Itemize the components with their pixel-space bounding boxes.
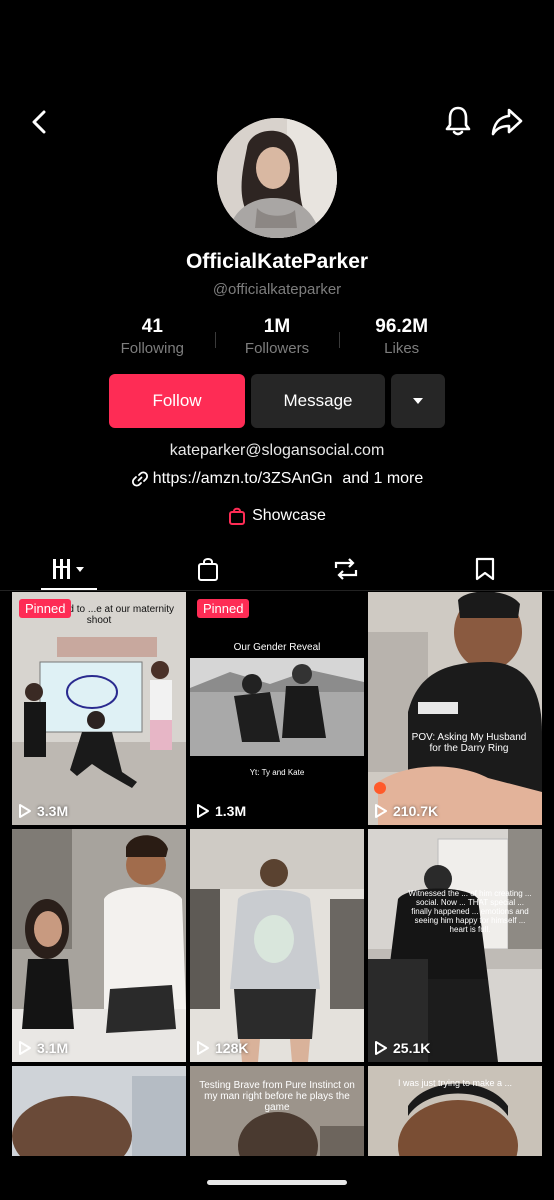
video-tile[interactable]: POV: Asking My Husband for the Darry Rin… xyxy=(368,592,542,825)
video-caption: Our Gender Reveal xyxy=(233,642,321,653)
stat-label: Likes xyxy=(384,340,420,357)
video-caption-secondary: Yt: Ty and Kate xyxy=(249,768,305,777)
video-thumbnail xyxy=(12,592,186,825)
stats-row: 41 Following 1M Followers 96.2M Likes xyxy=(90,316,464,362)
home-indicator xyxy=(207,1180,347,1185)
view-count-text: 128K xyxy=(215,1040,249,1056)
display-name: OfficialKateParker xyxy=(185,250,369,273)
video-tile[interactable]: I was just trying to make a ... xyxy=(368,1066,542,1156)
video-tile[interactable]: Witnessed the ... of him creating ... so… xyxy=(368,829,542,1062)
profile-tabs xyxy=(0,548,554,590)
tabs-divider xyxy=(0,590,554,591)
video-grid: ...proposed to ...e at our maternity sho… xyxy=(12,592,542,1156)
video-caption: POV: Asking My Husband for the Darry Rin… xyxy=(411,732,527,754)
video-tile[interactable] xyxy=(12,1066,186,1156)
bio-link-row[interactable]: https://amzn.to/3ZSAnGn and 1 more xyxy=(0,470,554,488)
video-thumbnail xyxy=(12,1066,186,1156)
bookmark-icon xyxy=(475,557,494,581)
view-count: 3.3M xyxy=(18,803,68,819)
shopping-bag-icon xyxy=(229,507,246,525)
view-count-text: 3.3M xyxy=(37,803,69,819)
follow-button[interactable]: Follow xyxy=(109,374,245,428)
tab-favorites[interactable] xyxy=(416,548,554,590)
bio-link-more[interactable]: and 1 more xyxy=(342,470,423,488)
stat-value: 1M xyxy=(263,316,291,337)
stat-following[interactable]: 41 Following xyxy=(90,316,215,362)
tab-videos[interactable] xyxy=(0,548,139,590)
video-tile[interactable]: 3.1M xyxy=(12,829,186,1062)
shopping-bag-icon xyxy=(197,558,218,581)
video-thumbnail xyxy=(190,829,364,1062)
view-count: 25.1K xyxy=(374,1040,430,1056)
view-count-text: 25.1K xyxy=(393,1040,431,1056)
avatar[interactable] xyxy=(217,118,337,238)
play-icon xyxy=(197,1041,209,1055)
stat-value: 41 xyxy=(141,316,163,337)
play-icon xyxy=(375,804,387,818)
link-icon xyxy=(131,471,148,487)
play-icon xyxy=(19,1041,31,1055)
tab-reposts[interactable] xyxy=(277,548,416,590)
showcase-link[interactable]: Showcase xyxy=(0,506,554,526)
stat-followers[interactable]: 1M Followers xyxy=(214,316,340,362)
view-count: 128K xyxy=(196,1040,248,1056)
video-caption: I was just trying to make a ... xyxy=(397,1078,513,1088)
play-icon xyxy=(19,804,31,818)
video-thumbnail xyxy=(368,829,542,1062)
view-count-text: 1.3M xyxy=(215,803,247,819)
message-button[interactable]: Message xyxy=(251,374,385,428)
bio-email: kateparker@slogansocial.com xyxy=(169,442,385,459)
stat-value: 96.2M xyxy=(375,316,429,337)
video-caption: Testing Brave from Pure Instinct on my m… xyxy=(199,1080,355,1113)
play-icon xyxy=(197,804,209,818)
video-thumbnail xyxy=(368,592,542,825)
stat-likes[interactable]: 96.2M Likes xyxy=(339,316,464,362)
handle: @officialkateparker xyxy=(212,281,342,298)
pinned-badge: Pinned xyxy=(19,599,72,618)
grid-icon xyxy=(53,559,85,579)
video-thumbnail xyxy=(12,829,186,1062)
video-caption: Witnessed the ... of him creating ... so… xyxy=(408,889,532,934)
view-count-text: 3.1M xyxy=(37,1040,69,1056)
showcase-label: Showcase xyxy=(252,507,326,524)
view-count: 3.1M xyxy=(18,1040,68,1056)
stat-label: Followers xyxy=(244,340,310,357)
back-icon[interactable] xyxy=(24,106,56,138)
pinned-badge: Pinned xyxy=(197,599,250,618)
bio-link[interactable]: https://amzn.to/3ZSAnGn xyxy=(153,470,333,488)
stat-label: Following xyxy=(120,340,185,357)
video-tile[interactable]: Testing Brave from Pure Instinct on my m… xyxy=(190,1066,364,1156)
bell-icon[interactable] xyxy=(442,104,474,138)
view-count: 1.3M xyxy=(196,803,246,819)
caret-down-icon xyxy=(413,398,423,404)
video-tile[interactable]: 128K xyxy=(190,829,364,1062)
more-options-button[interactable] xyxy=(391,374,445,428)
share-icon[interactable] xyxy=(490,104,524,138)
repost-icon xyxy=(335,558,358,580)
video-tile[interactable]: Our Gender Reveal Yt: Ty and Kate Pinned… xyxy=(190,592,364,825)
view-count-text: 210.7K xyxy=(393,803,439,819)
view-count: 210.7K xyxy=(374,803,438,819)
video-tile[interactable]: ...proposed to ...e at our maternity sho… xyxy=(12,592,186,825)
play-icon xyxy=(375,1041,387,1055)
tab-shop[interactable] xyxy=(139,548,278,590)
avatar-photo xyxy=(217,118,337,238)
video-thumbnail xyxy=(190,592,364,825)
